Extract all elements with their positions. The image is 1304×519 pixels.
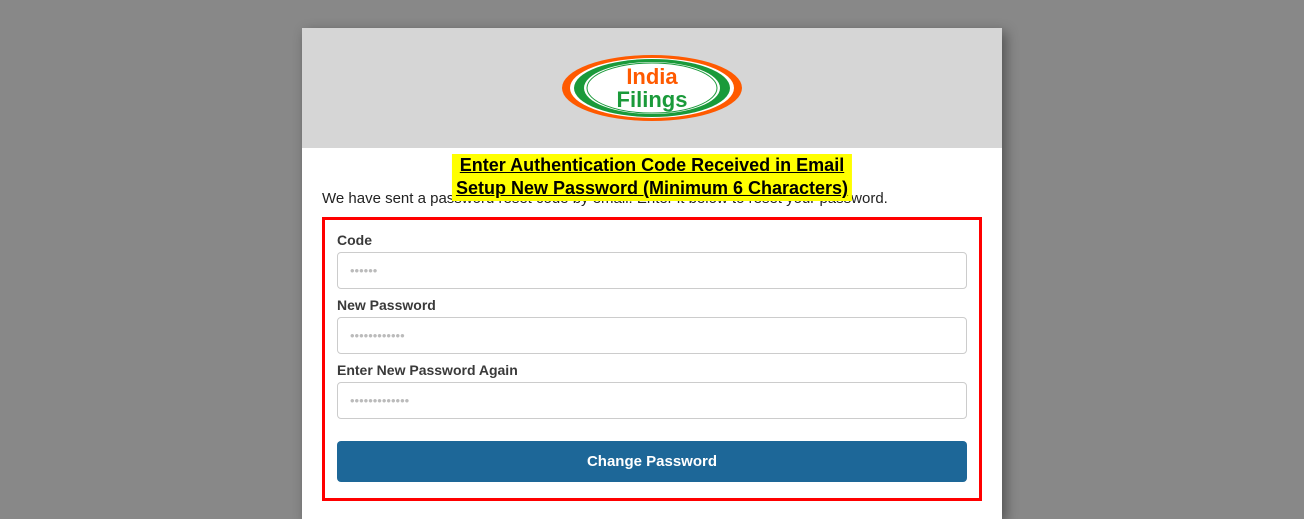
code-input[interactable] <box>337 252 967 289</box>
change-password-button[interactable]: Change Password <box>337 441 967 482</box>
card-header: India Filings <box>302 28 1002 148</box>
code-label: Code <box>337 232 967 248</box>
brand-logo: India Filings <box>557 51 747 125</box>
logo-text-india: India <box>617 65 688 88</box>
confirm-password-label: Enter New Password Again <box>337 362 967 378</box>
instruction-banner: Enter Authentication Code Received in Em… <box>452 154 852 201</box>
new-password-label: New Password <box>337 297 967 313</box>
reset-form: Code New Password Enter New Password Aga… <box>322 217 982 501</box>
reset-password-card: India Filings Enter Authentication Code … <box>302 28 1002 519</box>
logo-text-filings: Filings <box>617 88 688 111</box>
card-body: Enter Authentication Code Received in Em… <box>302 148 1002 519</box>
new-password-input[interactable] <box>337 317 967 354</box>
banner-line-1: Enter Authentication Code Received in Em… <box>456 154 848 177</box>
banner-line-2: Setup New Password (Minimum 6 Characters… <box>456 177 848 200</box>
confirm-password-input[interactable] <box>337 382 967 419</box>
